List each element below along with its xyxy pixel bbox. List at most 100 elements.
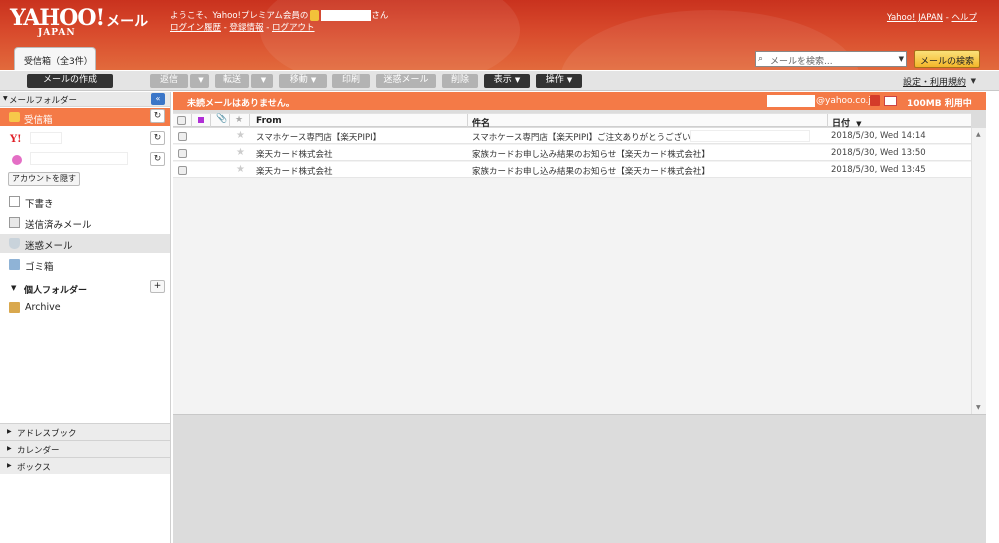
forward-dropdown-button[interactable]: ▼ xyxy=(251,74,273,88)
message-row[interactable]: ★ 楽天カード株式会社 家族カードお申し込み結果のお知らせ【楽天カード株式会社】… xyxy=(173,162,971,178)
chevron-down-icon[interactable]: ▼ xyxy=(899,55,904,63)
sent-icon xyxy=(9,217,20,228)
chevron-down-icon: ▼ xyxy=(260,76,267,84)
star-icon[interactable]: ★ xyxy=(236,130,245,141)
section-box[interactable]: ▶ ボックス xyxy=(0,457,170,474)
sidebar-item-inbox[interactable]: 受信箱 xyxy=(0,108,170,126)
redacted-account-name xyxy=(30,152,128,165)
message-row[interactable]: ★ 楽天カード株式会社 家族カードお申し込み結果のお知らせ【楽天カード株式会社】… xyxy=(173,145,971,161)
delete-button[interactable]: 削除 xyxy=(442,74,478,88)
refresh-inbox-button[interactable]: ↻ xyxy=(150,109,165,123)
folder-icon xyxy=(9,302,20,313)
date-column-header[interactable]: 日付 ▼ xyxy=(828,114,971,129)
gift-icon[interactable] xyxy=(870,95,880,106)
message-list-scrollbar[interactable]: ▲ ▼ xyxy=(971,128,986,414)
paperclip-icon: 📎 xyxy=(216,114,228,124)
personal-folder-header[interactable]: ▼ 個人フォルダー xyxy=(0,280,170,296)
triangle-right-icon: ▶ xyxy=(7,428,12,435)
envelope-icon[interactable] xyxy=(884,96,897,106)
app-header: YAHOO! メール JAPAN ようこそ、Yahoo!プレミアム会員の さん ログ… xyxy=(0,0,999,70)
compose-button[interactable]: メールの作成 xyxy=(27,74,113,88)
actions-menu-button[interactable]: 操作 ▼ xyxy=(536,74,582,88)
actions-label: 操作 xyxy=(545,75,564,85)
right-margin xyxy=(986,92,999,543)
message-subject: 家族カードお申し込み結果のお知らせ【楽天カード株式会社】 xyxy=(472,167,710,177)
search-placeholder: メールを検索... xyxy=(770,57,833,67)
add-folder-button[interactable]: + xyxy=(150,280,165,293)
scroll-down-icon[interactable]: ▼ xyxy=(976,404,981,411)
message-from: 楽天カード株式会社 xyxy=(256,167,333,177)
reply-dropdown-button[interactable]: ▼ xyxy=(190,74,209,88)
tab-inbox[interactable]: 受信箱（全3件） xyxy=(14,47,96,70)
logout-link[interactable]: ログアウト xyxy=(272,23,315,33)
print-button[interactable]: 印刷 xyxy=(332,74,370,88)
sidebar-item-trash[interactable]: ゴミ箱 xyxy=(0,255,170,274)
mail-address-domain: @yahoo.co.jp xyxy=(816,96,877,106)
redacted-account-name xyxy=(30,132,62,144)
refresh-account-button[interactable]: ↻ xyxy=(150,152,165,166)
spam-button[interactable]: 迷惑メール xyxy=(376,74,436,88)
from-column-header[interactable]: From xyxy=(250,114,468,127)
top-links: Yahoo! JAPAN - ヘルプ xyxy=(886,13,977,23)
logo-product: メール xyxy=(106,14,149,30)
sidebar-item-external-account[interactable] xyxy=(0,151,170,169)
mail-folder-header[interactable]: ▼ メールフォルダー « xyxy=(0,92,170,107)
welcome-prefix: ようこそ、Yahoo!プレミアム会員の xyxy=(170,11,309,21)
logo-brand: YAHOO! xyxy=(10,5,105,31)
search-input[interactable]: ⌕ メールを検索... ▼ xyxy=(755,51,907,67)
toolbar: メールの作成 返信 ▼ 転送 ▼ 移動 ▼ 印刷 迷惑メール 削除 表示 ▼ 操作 ▼ xyxy=(0,71,999,91)
inbox-icon xyxy=(9,112,20,122)
chevron-down-icon: ▼ xyxy=(566,76,573,84)
logo-region: JAPAN xyxy=(38,28,76,38)
triangle-down-icon: ▼ xyxy=(3,95,8,102)
chevron-down-icon[interactable]: ▼ xyxy=(971,77,976,85)
attachment-column[interactable]: 📎 xyxy=(211,114,230,127)
search-icon: ⌕ xyxy=(758,54,764,64)
collapse-sidebar-button[interactable]: « xyxy=(151,93,165,105)
message-checkbox[interactable] xyxy=(178,132,187,141)
triangle-right-icon: ▶ xyxy=(7,462,12,469)
message-row[interactable]: ★ スマホケース専門店【楽天PIPI】 スマホケース専門店【楽天PIPI】ご注文… xyxy=(173,128,971,144)
star-icon: ★ xyxy=(235,115,244,125)
chevron-down-icon: ▼ xyxy=(514,76,521,84)
sidebar-item-label: 送信済みメール xyxy=(25,220,92,231)
sidebar-item-sent[interactable]: 送信済みメール xyxy=(0,213,170,232)
sidebar-item-drafts[interactable]: 下書き xyxy=(0,192,170,211)
search-button[interactable]: メールの検索 xyxy=(914,50,980,68)
select-all-column[interactable] xyxy=(173,114,192,127)
reply-button[interactable]: 返信 xyxy=(150,74,188,88)
sidebar-item-label: 下書き xyxy=(25,199,54,210)
quota-usage: 100MB 利用中 xyxy=(907,99,972,109)
sidebar-item-spam[interactable]: 迷惑メール xyxy=(0,234,170,253)
select-all-checkbox[interactable] xyxy=(177,116,186,125)
refresh-account-button[interactable]: ↻ xyxy=(150,131,165,145)
scroll-up-icon[interactable]: ▲ xyxy=(976,131,981,138)
yahoo-japan-link[interactable]: Yahoo! JAPAN xyxy=(887,13,943,23)
help-link[interactable]: ヘルプ xyxy=(951,13,977,23)
message-checkbox[interactable] xyxy=(178,166,187,175)
sort-desc-icon: ▼ xyxy=(856,120,862,128)
section-label: アドレスブック xyxy=(17,429,77,439)
sidebar-item-archive[interactable]: Archive xyxy=(0,298,170,317)
message-checkbox[interactable] xyxy=(178,149,187,158)
section-calendar[interactable]: ▶ カレンダー xyxy=(0,440,170,457)
section-address-book[interactable]: ▶ アドレスブック xyxy=(0,423,170,440)
hide-accounts-button[interactable]: アカウントを隠す xyxy=(8,172,80,186)
star-icon[interactable]: ★ xyxy=(236,164,245,175)
registration-info-link[interactable]: 登録情報 xyxy=(230,23,264,33)
yahoo-account-icon: Y! xyxy=(10,134,22,145)
star-icon[interactable]: ★ xyxy=(236,147,245,158)
view-menu-button[interactable]: 表示 ▼ xyxy=(484,74,530,88)
forward-button[interactable]: 転送 xyxy=(215,74,249,88)
unread-column[interactable] xyxy=(192,114,211,127)
yahoo-mail-logo[interactable]: YAHOO! メール JAPAN xyxy=(10,5,149,38)
sidebar-item-yahoo-account[interactable]: Y! xyxy=(0,130,170,148)
login-history-link[interactable]: ログイン履歴 xyxy=(170,23,221,33)
subject-column-header[interactable]: 件名 xyxy=(468,114,828,129)
settings-link[interactable]: 設定・利用規約 xyxy=(903,75,966,88)
flag-column[interactable]: ★ xyxy=(230,114,250,127)
premium-medal-icon xyxy=(310,10,320,21)
move-button[interactable]: 移動 ▼ xyxy=(279,74,327,88)
sidebar-item-label: 受信箱 xyxy=(24,115,53,126)
triangle-right-icon: ▶ xyxy=(7,445,12,452)
